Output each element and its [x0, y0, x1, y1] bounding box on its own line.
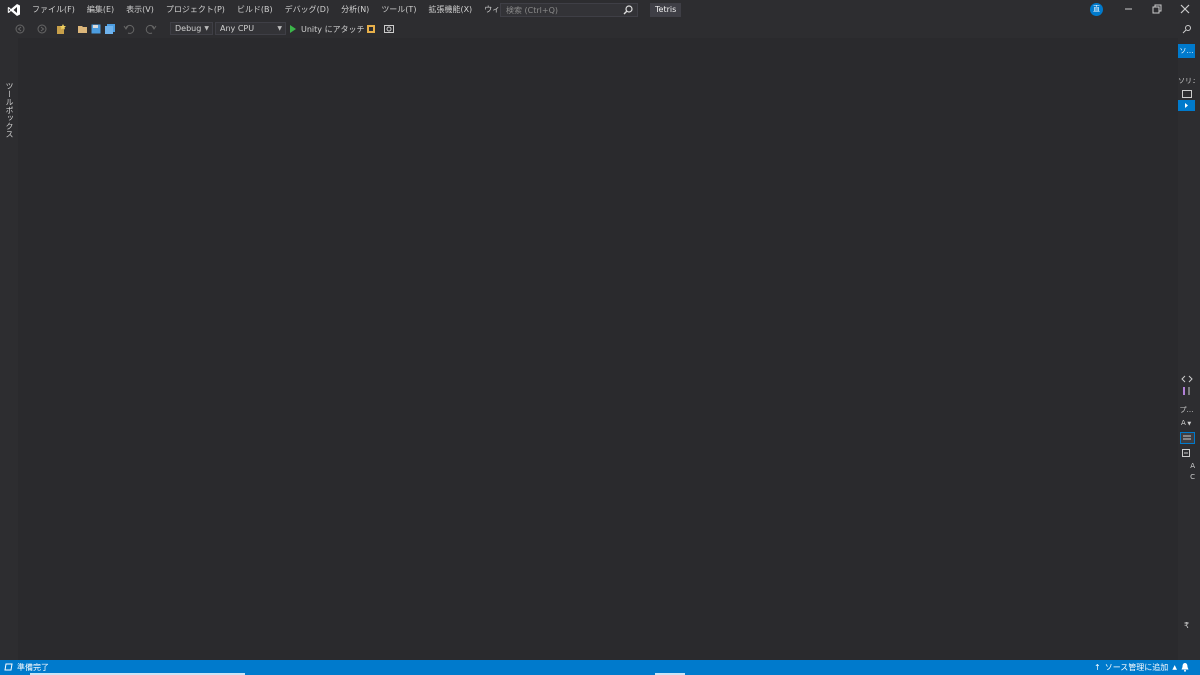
- font-size-dropdown[interactable]: A ▼: [1178, 418, 1198, 428]
- tab-solution[interactable]: ソリュ: [1178, 75, 1195, 87]
- sort-icon[interactable]: [1181, 386, 1193, 396]
- output-window-icon[interactable]: [4, 663, 13, 671]
- menu-analyze[interactable]: 分析(N): [335, 0, 375, 20]
- platform-value: Any CPU: [220, 24, 255, 33]
- menu-edit[interactable]: 編集(E): [81, 0, 120, 20]
- bookmark-icon[interactable]: [365, 23, 377, 35]
- forward-icon[interactable]: [36, 23, 48, 35]
- solution-name: Tetris: [650, 3, 682, 17]
- undo-icon[interactable]: [123, 23, 135, 35]
- tab-properties[interactable]: プ…: [1178, 404, 1195, 416]
- save-all-icon[interactable]: [104, 23, 116, 35]
- attach-unity-button[interactable]: Unity にアタッチ ▼: [290, 22, 373, 36]
- new-project-icon[interactable]: [55, 23, 67, 35]
- search-input[interactable]: 検索 (Ctrl+Q): [500, 3, 638, 17]
- play-icon: [290, 25, 296, 33]
- menu-tools[interactable]: ツール(T): [375, 0, 422, 20]
- visual-studio-logo-icon[interactable]: [7, 3, 21, 17]
- add-to-source-control-button[interactable]: ↑ ソース管理に追加 ▲: [1094, 662, 1177, 673]
- properties-icon[interactable]: [1180, 432, 1195, 444]
- arrow-up-icon: ↑: [1094, 663, 1101, 672]
- editor-area[interactable]: [18, 38, 1178, 660]
- title-bar: ファイル(F) 編集(E) 表示(V) プロジェクト(P) ビルド(B) デバッ…: [0, 0, 1200, 20]
- close-icon[interactable]: [1178, 2, 1192, 16]
- save-icon[interactable]: [90, 23, 102, 35]
- platform-select[interactable]: Any CPU ▼: [215, 22, 286, 35]
- source-control-label: ソース管理に追加: [1104, 663, 1169, 672]
- a-label: A: [1190, 462, 1195, 470]
- left-dock-strip: ツールボックス: [0, 38, 18, 660]
- status-ready: 準備完了: [17, 663, 49, 672]
- toolbox-tab[interactable]: ツールボックス: [4, 82, 15, 138]
- search-placeholder: 検索 (Ctrl+Q): [506, 6, 559, 15]
- minimize-icon[interactable]: [1122, 2, 1136, 16]
- notification-bell-icon[interactable]: [1180, 662, 1190, 672]
- restore-icon[interactable]: [1150, 2, 1164, 16]
- redo-icon[interactable]: [145, 23, 157, 35]
- window-icon[interactable]: [1181, 89, 1193, 99]
- play-tab-icon[interactable]: [1178, 100, 1195, 111]
- menu-debug[interactable]: デバッグ(D): [279, 0, 335, 20]
- menu-build[interactable]: ビルド(B): [231, 0, 279, 20]
- screenshot-icon[interactable]: [383, 23, 395, 35]
- standard-toolbar: Debug ▼ Any CPU ▼ Unity にアタッチ ▼: [0, 20, 1200, 38]
- menu-extensions[interactable]: 拡張機能(X): [422, 0, 478, 20]
- rupee-label: ₹: [1183, 621, 1190, 630]
- right-dock-strip: [1178, 38, 1200, 660]
- chevron-down-icon: ▼: [277, 25, 282, 32]
- scroll-arrows-icon[interactable]: [1181, 374, 1193, 384]
- open-file-icon[interactable]: [77, 23, 89, 35]
- back-icon[interactable]: [14, 23, 26, 35]
- chevron-up-icon: ▲: [1172, 664, 1177, 671]
- avatar[interactable]: 直: [1090, 3, 1103, 16]
- configuration-select[interactable]: Debug ▼: [170, 22, 213, 35]
- pin-icon[interactable]: [1181, 24, 1193, 34]
- configuration-value: Debug: [175, 24, 202, 33]
- menu-file[interactable]: ファイル(F): [26, 0, 81, 20]
- c-label: C: [1190, 473, 1195, 481]
- tab-solution-explorer[interactable]: ソ…: [1178, 44, 1195, 58]
- collapse-icon[interactable]: [1181, 448, 1193, 458]
- attach-unity-label: Unity にアタッチ: [301, 24, 365, 34]
- chevron-down-icon: ▼: [204, 25, 209, 32]
- menu-view[interactable]: 表示(V): [120, 0, 160, 20]
- search-icon[interactable]: [623, 5, 633, 15]
- menu-project[interactable]: プロジェクト(P): [160, 0, 231, 20]
